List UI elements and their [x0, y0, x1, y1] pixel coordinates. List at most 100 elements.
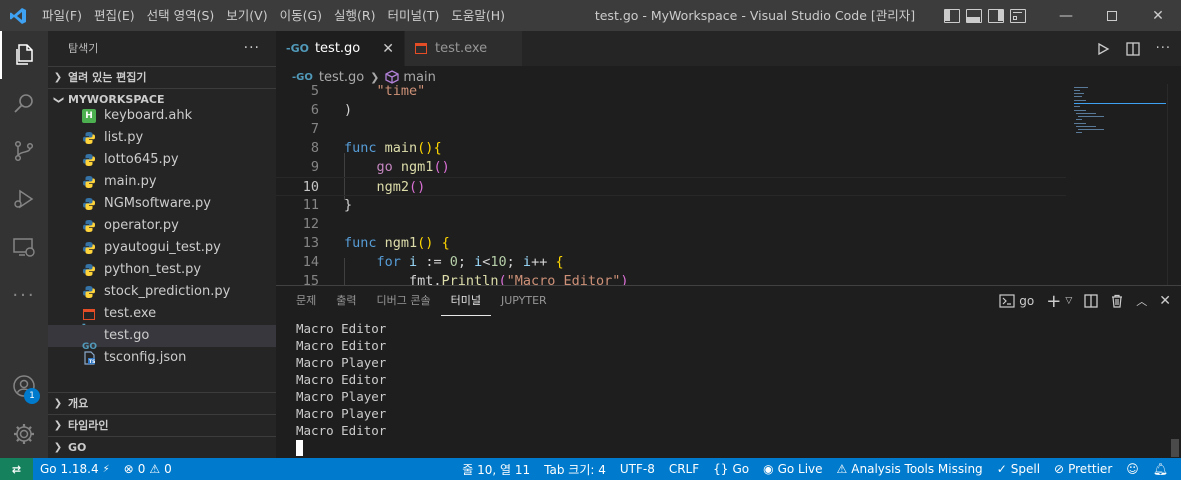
- file-item[interactable]: main.py: [48, 171, 276, 193]
- minimap[interactable]: [1066, 84, 1168, 286]
- maximize-icon[interactable]: [1089, 0, 1135, 31]
- terminal-output[interactable]: Macro Editor Macro Editor Macro Player M…: [296, 320, 386, 456]
- run-icon[interactable]: [1096, 42, 1110, 56]
- code-text: ngm2(): [376, 179, 426, 195]
- menu-help[interactable]: 도움말(H): [445, 0, 511, 31]
- customize-layout-icon[interactable]: [1010, 8, 1026, 23]
- outline-section[interactable]: ❯ 개요: [48, 392, 276, 415]
- spell-status[interactable]: ✓ Spell: [990, 462, 1047, 476]
- remote-explorer-icon[interactable]: [0, 223, 48, 271]
- file-name: operator.py: [104, 218, 179, 233]
- file-item[interactable]: NGMsoftware.py: [48, 193, 276, 215]
- status-right: 줄 10, 열 11 Tab 크기: 4 UTF-8 CRLF {} Go ◉ Go…: [455, 458, 1175, 480]
- chevron-right-icon: ❯: [370, 70, 380, 84]
- more-actions-icon[interactable]: ···: [1156, 41, 1171, 56]
- explorer-icon[interactable]: [0, 31, 48, 79]
- activity-bar: ··· 1: [0, 31, 48, 458]
- tab-terminal[interactable]: 터미널: [440, 286, 491, 316]
- tab-debug-console[interactable]: 디버그 콘솔: [367, 286, 441, 316]
- file-item[interactable]: operator.py: [48, 215, 276, 237]
- toggle-panel-icon[interactable]: [966, 8, 982, 23]
- analysis-tools-status[interactable]: ⚠ Analysis Tools Missing: [830, 462, 990, 476]
- file-name: pyautogui_test.py: [104, 240, 221, 255]
- prettier-status[interactable]: ⊘ Prettier: [1047, 462, 1119, 476]
- menu-go[interactable]: 이동(G): [274, 0, 328, 31]
- tab-test-go[interactable]: -GO test.go ✕: [276, 31, 405, 66]
- menu-bar: 파일(F) 편집(E) 선택 영역(S) 보기(V) 이동(G) 실행(R) 터…: [36, 0, 511, 31]
- tab-output[interactable]: 출력: [326, 286, 366, 316]
- python-icon: [82, 131, 96, 145]
- new-terminal-icon[interactable]: +: [1046, 291, 1061, 312]
- settings-gear-icon[interactable]: [0, 410, 48, 458]
- editor-scrollbar[interactable]: [1167, 84, 1181, 286]
- code-line: 13 func ngm1() {: [302, 235, 450, 251]
- run-debug-icon[interactable]: [0, 175, 48, 223]
- toggle-secondary-sidebar-icon[interactable]: [988, 8, 1004, 23]
- cursor-position[interactable]: 줄 10, 열 11: [455, 461, 537, 478]
- source-control-icon[interactable]: [0, 127, 48, 175]
- explorer-sidebar: 탐색기 ··· ❯ 열려 있는 편집기 ❯ MYWORKSPACE Hkeybo…: [48, 31, 276, 458]
- method-icon: [385, 70, 400, 84]
- file-item[interactable]: pyautogui_test.py: [48, 237, 276, 259]
- explorer-more-actions-icon[interactable]: ···: [244, 40, 260, 56]
- file-item[interactable]: Hkeyboard.ahk: [48, 105, 276, 127]
- tab-jupyter[interactable]: JUPYTER: [491, 286, 557, 316]
- split-terminal-icon[interactable]: [1084, 294, 1098, 308]
- problems-status[interactable]: ⊗ 0 ⚠ 0: [117, 462, 179, 476]
- close-panel-icon[interactable]: ✕: [1159, 293, 1171, 309]
- terminal-line: Macro Player: [296, 355, 387, 370]
- warning-icon: ⚠: [836, 462, 848, 476]
- go-section[interactable]: ❯ GO: [48, 436, 276, 459]
- go-version[interactable]: Go 1.18.4 ⚡: [33, 462, 117, 476]
- menu-terminal[interactable]: 터미널(T): [382, 0, 446, 31]
- file-item[interactable]: -GO test.go: [48, 320, 276, 352]
- breadcrumb-symbol[interactable]: main: [403, 70, 435, 85]
- more-icon[interactable]: ···: [0, 271, 48, 319]
- open-editors-section[interactable]: ❯ 열려 있는 편집기: [48, 66, 276, 88]
- chevron-down-icon[interactable]: ▽: [1065, 296, 1072, 306]
- code-editor[interactable]: 5 "time" 6) 7 8 func main(){ 9 go ngm1() …: [276, 84, 1181, 286]
- timeline-section[interactable]: ❯ 타임라인: [48, 414, 276, 437]
- close-icon[interactable]: ✕: [382, 41, 394, 57]
- file-item[interactable]: python_test.py: [48, 259, 276, 281]
- prohibited-icon: ⊘: [1054, 462, 1065, 476]
- language-mode[interactable]: {} Go: [706, 462, 756, 476]
- encoding[interactable]: UTF-8: [613, 462, 662, 476]
- menu-selection[interactable]: 선택 영역(S): [141, 0, 221, 31]
- close-window-icon[interactable]: ✕: [1135, 0, 1181, 31]
- chevron-right-icon: ❯: [53, 398, 63, 409]
- file-item[interactable]: TS tsconfig.json: [48, 347, 276, 369]
- terminal-line: Macro Player: [296, 406, 387, 421]
- accounts-icon[interactable]: 1: [0, 362, 48, 410]
- menu-view[interactable]: 보기(V): [220, 0, 273, 31]
- tab-problems[interactable]: 문제: [286, 286, 326, 316]
- file-item[interactable]: list.py: [48, 127, 276, 149]
- terminal-selector[interactable]: go: [999, 294, 1034, 308]
- file-item[interactable]: stock_prediction.py: [48, 281, 276, 303]
- breadcrumb-file[interactable]: test.go: [319, 70, 364, 85]
- feedback-icon[interactable]: ☺: [1119, 462, 1146, 476]
- notifications-bell-icon[interactable]: 🔔︎: [1146, 462, 1175, 476]
- end-of-line[interactable]: CRLF: [662, 462, 706, 476]
- tab-size[interactable]: Tab 크기: 4: [537, 461, 613, 478]
- toggle-primary-sidebar-icon[interactable]: [944, 8, 960, 23]
- go-icon: -GO: [82, 320, 98, 352]
- remote-indicator-icon[interactable]: ⇄: [0, 458, 33, 480]
- tab-test-exe[interactable]: test.exe: [405, 31, 523, 66]
- code-text: "time": [344, 84, 426, 99]
- go-live-button[interactable]: ◉ Go Live: [756, 462, 829, 476]
- trash-icon[interactable]: [1110, 294, 1124, 308]
- menu-edit[interactable]: 편집(E): [88, 0, 141, 31]
- file-name: tsconfig.json: [104, 350, 187, 365]
- split-editor-icon[interactable]: [1125, 41, 1140, 56]
- file-item[interactable]: lotto645.py: [48, 149, 276, 171]
- minimize-icon[interactable]: —: [1043, 0, 1089, 31]
- menu-file[interactable]: 파일(F): [36, 0, 88, 31]
- open-editors-label: 열려 있는 편집기: [68, 70, 147, 84]
- code-line: 15 fmt.Println("Macro Editor"): [276, 272, 1066, 286]
- file-name: python_test.py: [104, 262, 202, 277]
- menu-run[interactable]: 실행(R): [328, 0, 381, 31]
- search-icon[interactable]: [0, 79, 48, 127]
- maximize-panel-icon[interactable]: ︿: [1136, 293, 1147, 309]
- terminal-scrollbar[interactable]: [1171, 439, 1179, 457]
